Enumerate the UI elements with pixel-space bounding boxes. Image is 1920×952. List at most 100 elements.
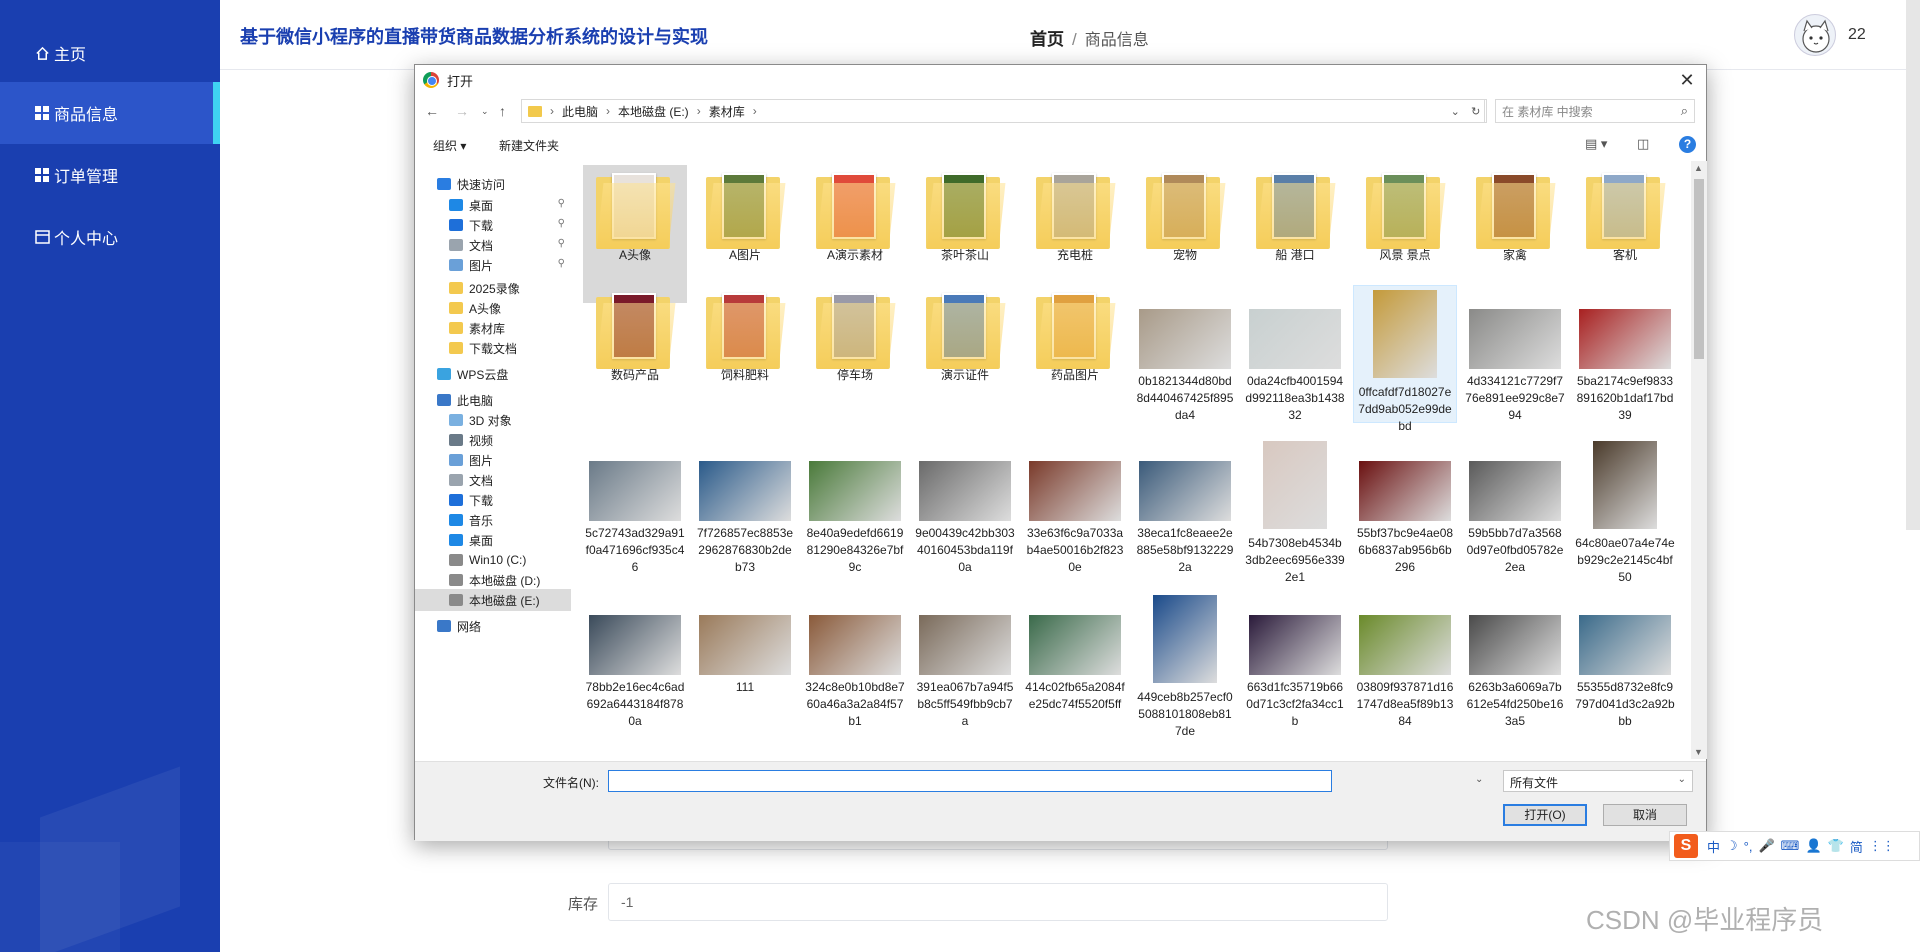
file-item[interactable]: 59b5bb7d7a35680d97e0fbd05782e2ea bbox=[1463, 437, 1567, 575]
file-item[interactable]: 03809f937871d161747d8ea5f89b1384 bbox=[1353, 591, 1457, 729]
scroll-up-icon[interactable]: ▲ bbox=[1694, 163, 1703, 173]
file-item[interactable]: 5ba2174c9ef9833891620b1daf17bd39 bbox=[1573, 285, 1677, 423]
file-item[interactable]: 9e00439c42bb30340160453bda119f0a bbox=[913, 437, 1017, 575]
back-arrow-icon[interactable]: ← bbox=[425, 103, 439, 119]
folder-item[interactable]: 风景 景点 bbox=[1353, 165, 1457, 303]
sogou-logo-icon[interactable]: S bbox=[1674, 834, 1698, 858]
tree-item[interactable]: 文档 ⚲ bbox=[415, 234, 571, 256]
help-icon[interactable]: ? bbox=[1679, 136, 1696, 153]
tree-item[interactable]: 下载文档 bbox=[415, 337, 571, 359]
tree-item[interactable]: 文档 bbox=[415, 469, 571, 491]
tree-item[interactable]: 本地磁盘 (D:) bbox=[415, 569, 571, 591]
file-item[interactable]: 324c8e0b10bd8e760a46a3a2a84f57b1 bbox=[803, 591, 907, 729]
tree-item[interactable]: Win10 (C:) bbox=[415, 549, 571, 571]
file-item[interactable]: 391ea067b7a94f5b8c5ff549fbb9cb7a bbox=[913, 591, 1017, 729]
scroll-down-icon[interactable]: ▼ bbox=[1694, 747, 1703, 757]
moon-icon[interactable]: ☽ bbox=[1726, 838, 1738, 854]
file-item[interactable]: 33e63f6c9a7033ab4ae50016b2f8230e bbox=[1023, 437, 1127, 575]
folder-item[interactable]: A头像 bbox=[583, 165, 687, 303]
tree-item[interactable]: 音乐 bbox=[415, 509, 571, 531]
tree-item[interactable]: 视频 bbox=[415, 429, 571, 451]
file-item[interactable]: 7f726857ec8853e2962876830b2deb73 bbox=[693, 437, 797, 575]
sidebar-item-home[interactable]: 主页 bbox=[0, 22, 220, 84]
file-item[interactable]: 78bb2e16ec4c6ad692a6443184f8780a bbox=[583, 591, 687, 729]
file-item[interactable]: 6263b3a6069a7b612e54fd250be163a5 bbox=[1463, 591, 1567, 729]
file-item[interactable]: 111 bbox=[693, 591, 797, 729]
address-segment[interactable]: 此电脑 bbox=[562, 103, 598, 120]
tree-item[interactable]: 2025录像 bbox=[415, 277, 571, 299]
tree-item[interactable]: 网络 bbox=[415, 615, 571, 637]
preview-pane-icon[interactable]: ◫ bbox=[1637, 136, 1649, 152]
folder-item[interactable]: 演示证件 bbox=[913, 285, 1017, 423]
folder-item[interactable]: 饲料肥料 bbox=[693, 285, 797, 423]
folder-item[interactable]: 数码产品 bbox=[583, 285, 687, 423]
new-folder-button[interactable]: 新建文件夹 bbox=[499, 137, 559, 154]
filetype-select[interactable]: 所有文件 ⌄ bbox=[1503, 770, 1693, 792]
file-item[interactable]: 0da24cfb4001594d992118ea3b143832 bbox=[1243, 285, 1347, 423]
up-arrow-icon[interactable]: ↑ bbox=[499, 103, 506, 119]
skin-icon[interactable]: 👕 bbox=[1828, 838, 1844, 854]
sidebar-item-profile[interactable]: 个人中心 bbox=[0, 206, 220, 268]
file-item[interactable]: 55bf37bc9e4ae086b6837ab956b6b296 bbox=[1353, 437, 1457, 575]
sidebar-item-products[interactable]: 商品信息 bbox=[0, 82, 220, 144]
refresh-icon[interactable]: ↻ bbox=[1471, 105, 1480, 118]
tree-item[interactable]: A头像 bbox=[415, 297, 571, 319]
organize-button[interactable]: 组织 ▾ bbox=[433, 137, 466, 154]
file-item[interactable]: 449ceb8b257ecf05088101808eb817de bbox=[1133, 591, 1237, 738]
file-grid-scrollbar[interactable]: ▲ ▼ bbox=[1691, 161, 1707, 759]
cancel-button[interactable]: 取消 bbox=[1603, 804, 1687, 826]
avatar[interactable] bbox=[1794, 14, 1836, 56]
punctuation-icon[interactable]: °, bbox=[1744, 839, 1753, 854]
filename-input[interactable] bbox=[608, 770, 1332, 792]
tree-item[interactable]: WPS云盘 bbox=[415, 363, 571, 385]
file-item[interactable]: 55355d8732e8fc9797d041d3c2a92bbb bbox=[1573, 591, 1677, 729]
stock-input[interactable]: -1 bbox=[608, 883, 1388, 921]
search-input[interactable]: 在 素材库 中搜索 ⌕ bbox=[1495, 99, 1695, 123]
file-item[interactable]: 54b7308eb4534b3db2eec6956e3392e1 bbox=[1243, 437, 1347, 584]
ime-chinese-mode[interactable]: 中 bbox=[1707, 837, 1720, 856]
tree-item[interactable]: 本地磁盘 (E:) bbox=[415, 589, 571, 611]
folder-item[interactable]: 宠物 bbox=[1133, 165, 1237, 303]
tree-item[interactable]: 3D 对象 bbox=[415, 409, 571, 431]
open-button[interactable]: 打开(O) bbox=[1503, 804, 1587, 826]
chevron-down-icon[interactable]: ⌄ bbox=[1475, 774, 1483, 785]
file-item[interactable]: 4d334121c7729f776e891ee929c8e794 bbox=[1463, 285, 1567, 423]
file-item[interactable]: 5c72743ad329a91f0a471696cf935c46 bbox=[583, 437, 687, 575]
tree-item[interactable]: 下载 bbox=[415, 489, 571, 511]
user-name[interactable]: 22 bbox=[1848, 26, 1866, 44]
tree-item[interactable]: 下载 ⚲ bbox=[415, 214, 571, 236]
view-options-icon[interactable]: ▤ ▾ bbox=[1585, 136, 1607, 152]
file-item[interactable]: 0b1821344d80bd8d440467425f895da4 bbox=[1133, 285, 1237, 423]
folder-item[interactable]: 药品图片 bbox=[1023, 285, 1127, 423]
address-segment[interactable]: 本地磁盘 (E:) bbox=[618, 103, 689, 120]
microphone-icon[interactable]: 🎤 bbox=[1758, 838, 1774, 854]
folder-item[interactable]: 停车场 bbox=[803, 285, 907, 423]
address-segment[interactable]: 素材库 bbox=[709, 103, 745, 120]
forward-arrow-icon[interactable]: → bbox=[455, 103, 469, 119]
folder-item[interactable]: 茶叶茶山 bbox=[913, 165, 1017, 303]
breadcrumb-home[interactable]: 首页 bbox=[1030, 30, 1064, 49]
file-item[interactable]: 0ffcafdf7d18027e7dd9ab052e99debd bbox=[1353, 285, 1457, 433]
file-item[interactable]: 64c80ae07a4e74eb929c2e2145c4bf50 bbox=[1573, 437, 1677, 584]
file-item[interactable]: 38eca1fc8eaee2e885e58bf91322292a bbox=[1133, 437, 1237, 575]
file-item[interactable]: 414c02fb65a2084fe25dc74f5520f5ff bbox=[1023, 591, 1127, 729]
folder-item[interactable]: 船 港口 bbox=[1243, 165, 1347, 303]
address-bar[interactable]: › 此电脑 › 本地磁盘 (E:) › 素材库 › bbox=[521, 99, 1485, 123]
user-icon[interactable]: 👤 bbox=[1805, 838, 1821, 854]
simplified-mode[interactable]: 简 bbox=[1850, 837, 1863, 856]
tree-item[interactable]: 此电脑 bbox=[415, 389, 571, 411]
page-scrollbar[interactable] bbox=[1906, 0, 1920, 530]
close-button[interactable]: ✕ bbox=[1674, 67, 1700, 93]
file-item[interactable]: 663d1fc35719b660d71c3cf2fa34cc1b bbox=[1243, 591, 1347, 729]
tree-item[interactable]: 快速访问 bbox=[415, 173, 571, 195]
folder-item[interactable]: 充电桩 bbox=[1023, 165, 1127, 303]
tree-item[interactable]: 图片 ⚲ bbox=[415, 254, 571, 276]
folder-item[interactable]: 家禽 bbox=[1463, 165, 1567, 303]
folder-item[interactable]: 客机 bbox=[1573, 165, 1677, 303]
folder-item[interactable]: A图片 bbox=[693, 165, 797, 303]
chevron-down-icon[interactable]: ⌄ bbox=[481, 106, 489, 117]
tree-item[interactable]: 图片 bbox=[415, 449, 571, 471]
folder-item[interactable]: A演示素材 bbox=[803, 165, 907, 303]
tree-item[interactable]: 桌面 bbox=[415, 529, 571, 551]
chevron-down-icon[interactable]: ⌄ bbox=[1451, 105, 1460, 118]
